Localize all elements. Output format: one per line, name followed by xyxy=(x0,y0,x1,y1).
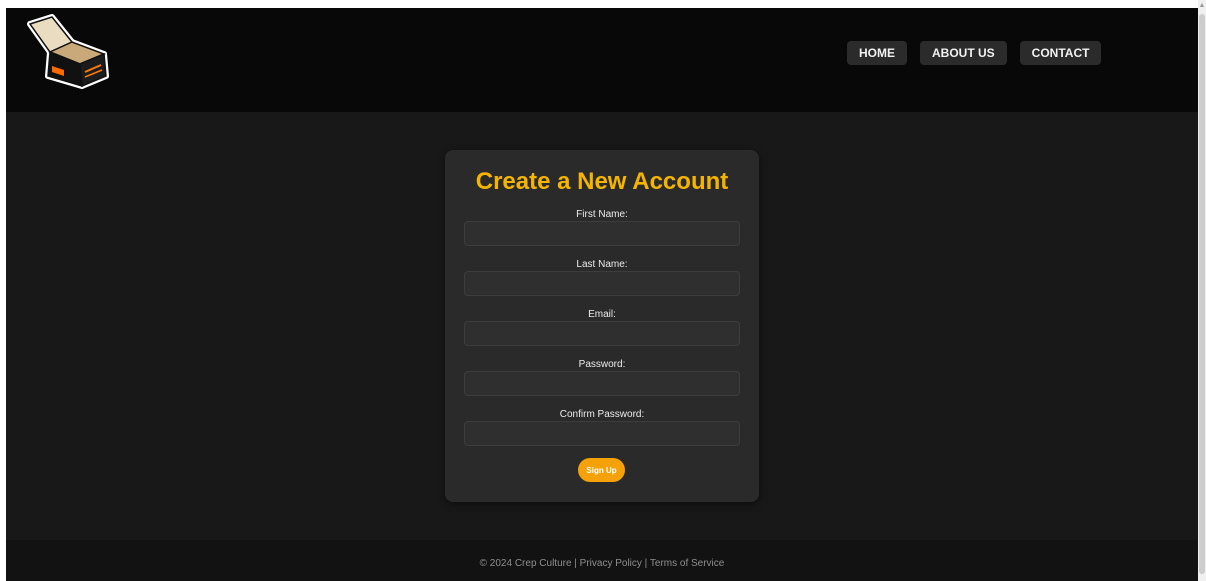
site-footer: © 2024 Crep Culture | Privacy Policy | T… xyxy=(6,540,1198,581)
vertical-scrollbar[interactable]: ▲ xyxy=(1198,0,1206,581)
confirm-password-input[interactable] xyxy=(464,421,740,446)
scrollbar-thumb[interactable] xyxy=(1199,14,1205,574)
scroll-up-icon[interactable]: ▲ xyxy=(1198,2,1206,9)
sign-up-button[interactable]: Sign Up xyxy=(578,458,625,482)
email-label: Email: xyxy=(588,309,616,320)
nav-home-button[interactable]: HOME xyxy=(847,41,907,65)
confirm-password-label: Confirm Password: xyxy=(559,409,645,420)
last-name-label: Last Name: xyxy=(576,259,628,270)
first-name-label: First Name: xyxy=(576,209,628,220)
password-label: Password: xyxy=(578,359,626,370)
signup-card: Create a New Account First Name: Last Na… xyxy=(445,150,759,502)
nav-about-us-button[interactable]: ABOUT US xyxy=(920,41,1007,65)
page: HOME ABOUT US CONTACT Create a New Accou… xyxy=(6,8,1198,581)
email-input[interactable] xyxy=(464,321,740,346)
last-name-input[interactable] xyxy=(464,271,740,296)
password-input[interactable] xyxy=(464,371,740,396)
nav-contact-button[interactable]: CONTACT xyxy=(1019,41,1102,65)
first-name-input[interactable] xyxy=(464,221,740,246)
site-header: HOME ABOUT US CONTACT xyxy=(6,8,1198,112)
form-title: Create a New Account xyxy=(475,168,729,195)
shoe-box-logo[interactable] xyxy=(22,14,122,90)
main-nav: HOME ABOUT US CONTACT xyxy=(847,41,1102,65)
